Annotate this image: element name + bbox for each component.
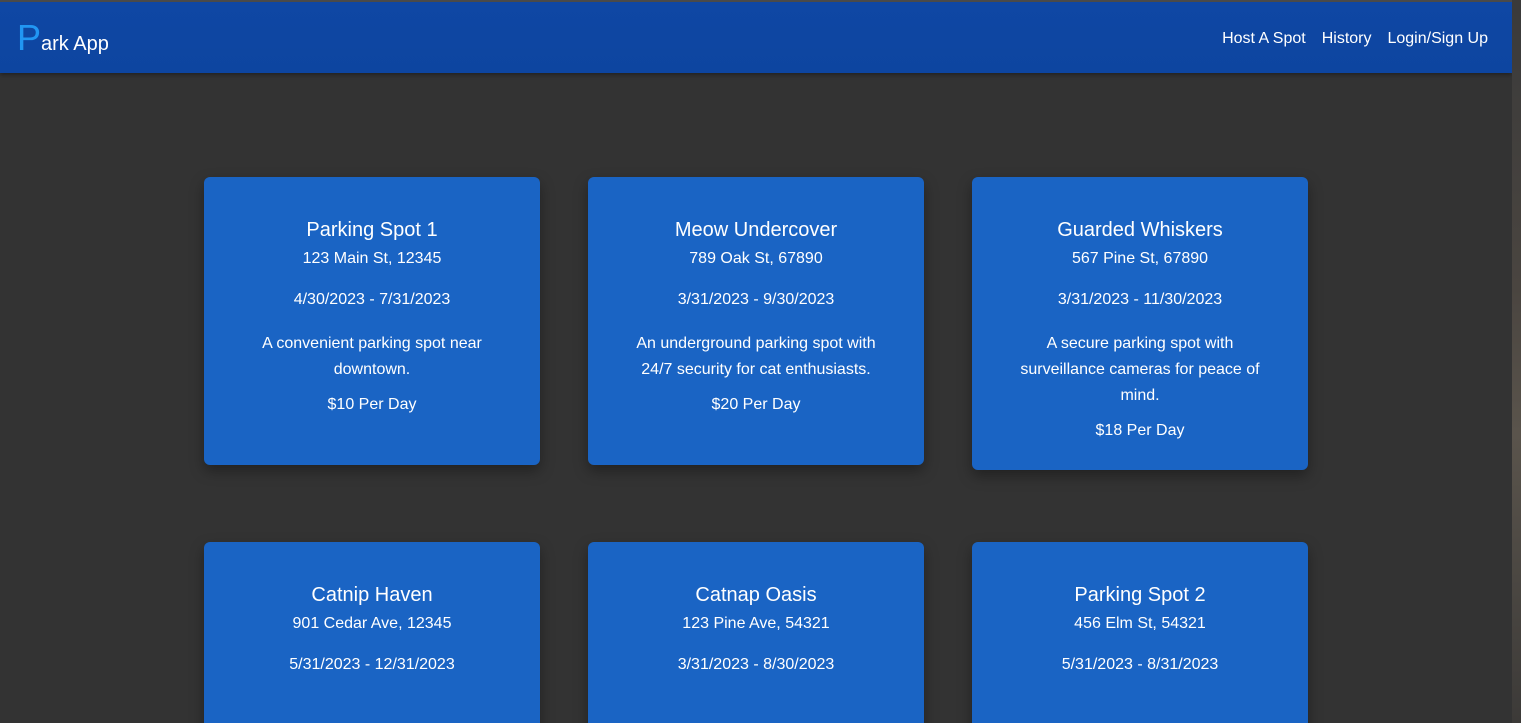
spot-price: $18 Per Day [1095,422,1185,439]
spot-description: A secure parking spot with surveillance … [1020,335,1260,404]
spot-dates: 3/31/2023 - 8/30/2023 [677,656,835,673]
spot-price: $20 Per Day [711,396,801,413]
spot-title: Catnap Oasis [695,584,817,606]
spot-address: 567 Pine St, 67890 [1071,250,1209,267]
parking-spot-card[interactable]: Guarded Whiskers 567 Pine St, 67890 3/31… [972,177,1308,470]
spot-dates: 5/31/2023 - 8/31/2023 [1061,656,1219,673]
brand-name: ark App [41,33,109,55]
spot-description: A convenient parking spot near downtown. [262,335,482,378]
top-navbar: P ark App Host A Spot History Login/Sign… [0,0,1512,73]
brand-logo-link[interactable]: P ark App [17,20,109,56]
spot-price: $10 Per Day [327,396,417,413]
nav-host-a-spot[interactable]: Host A Spot [1222,28,1306,50]
parking-spot-card[interactable]: Catnip Haven 901 Cedar Ave, 12345 5/31/2… [204,542,540,723]
nav-history[interactable]: History [1322,28,1372,50]
spot-title: Parking Spot 1 [306,219,438,241]
parking-spot-card[interactable]: Meow Undercover 789 Oak St, 67890 3/31/2… [588,177,924,465]
spot-dates: 3/31/2023 - 11/30/2023 [1057,291,1223,308]
spot-dates: 3/31/2023 - 9/30/2023 [677,291,835,308]
spot-title: Meow Undercover [674,219,838,241]
nav-login-signup[interactable]: Login/Sign Up [1387,28,1488,50]
brand-initial: P [17,17,42,58]
window-edge-strip [1512,0,1521,723]
parking-spot-grid: Parking Spot 1 123 Main St, 12345 4/30/2… [204,177,1308,723]
spot-description: An underground parking spot with 24/7 se… [636,335,876,378]
page: P ark App Host A Spot History Login/Sign… [0,0,1521,723]
spot-title: Guarded Whiskers [1057,219,1223,241]
spot-title: Parking Spot 2 [1074,584,1206,606]
parking-spot-card[interactable]: Catnap Oasis 123 Pine Ave, 54321 3/31/20… [588,542,924,723]
main-nav: Host A Spot History Login/Sign Up [1222,28,1488,50]
spot-address: 123 Pine Ave, 54321 [682,615,830,632]
parking-spot-card[interactable]: Parking Spot 2 456 Elm St, 54321 5/31/20… [972,542,1308,723]
spot-address: 901 Cedar Ave, 12345 [292,615,452,632]
spot-address: 123 Main St, 12345 [302,250,442,267]
spot-dates: 5/31/2023 - 12/31/2023 [289,656,455,673]
spot-title: Catnip Haven [311,584,433,606]
spot-dates: 4/30/2023 - 7/31/2023 [293,291,451,308]
parking-spot-card[interactable]: Parking Spot 1 123 Main St, 12345 4/30/2… [204,177,540,465]
spot-address: 789 Oak St, 67890 [689,250,823,267]
spot-address: 456 Elm St, 54321 [1074,615,1206,632]
